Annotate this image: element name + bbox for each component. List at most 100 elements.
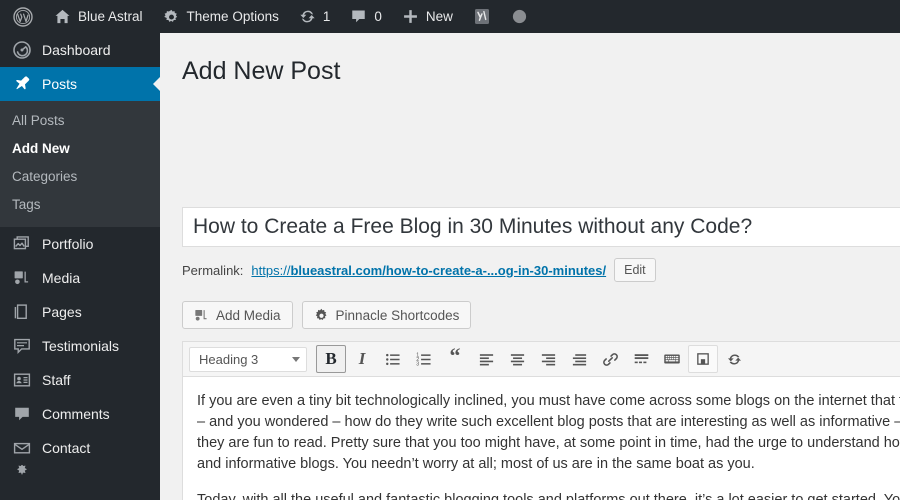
refresh-icon xyxy=(726,351,743,368)
site-name-menu[interactable]: Blue Astral xyxy=(44,0,153,33)
chevron-down-icon xyxy=(292,356,300,362)
testimonials-icon xyxy=(12,336,32,356)
posts-submenu: All Posts Add New Categories Tags xyxy=(0,101,160,227)
post-title-input[interactable] xyxy=(182,207,900,247)
italic-button[interactable]: I xyxy=(347,345,377,373)
comment-bubble-icon xyxy=(12,404,32,424)
editor-line: – and you wondered – how do they write s… xyxy=(197,414,900,430)
numbered-list-icon: 1 2 3 xyxy=(416,351,433,368)
comments-count: 0 xyxy=(374,9,382,24)
yoast-seo-menu[interactable] xyxy=(463,0,501,33)
plus-icon xyxy=(402,8,419,25)
staff-icon xyxy=(12,370,32,390)
envelope-icon xyxy=(12,438,32,458)
editor-content-area[interactable]: If you are even a tiny bit technological… xyxy=(183,377,900,500)
sidebar-item-partial[interactable] xyxy=(0,465,160,477)
pinnacle-shortcodes-button[interactable]: Pinnacle Shortcodes xyxy=(301,301,472,329)
theme-options-label: Theme Options xyxy=(186,9,279,24)
admin-sidebar-menu: Dashboard Posts All Posts Add New Catego… xyxy=(0,33,161,500)
updates-menu[interactable]: 1 xyxy=(289,0,341,33)
blockquote-button[interactable]: “ xyxy=(440,345,470,373)
read-more-button[interactable] xyxy=(626,345,656,373)
editor-paragraph: If you are even a tiny bit technological… xyxy=(197,391,900,475)
sidebar-item-label: Contact xyxy=(42,440,91,456)
edit-permalink-button[interactable]: Edit xyxy=(614,258,656,282)
sidebar-subitem-all-posts[interactable]: All Posts xyxy=(0,107,160,135)
media-icon xyxy=(194,308,209,323)
sidebar-item-testimonials[interactable]: Testimonials xyxy=(0,329,160,363)
new-content-menu[interactable]: New xyxy=(392,0,463,33)
main-content-area: Add New Post Permalink: https://blueastr… xyxy=(160,33,900,500)
align-center-button[interactable] xyxy=(502,345,532,373)
home-icon xyxy=(54,8,71,25)
wordpress-logo-menu[interactable] xyxy=(0,0,44,33)
sidebar-item-label: Media xyxy=(42,270,81,286)
sidebar-item-label: Comments xyxy=(42,406,110,422)
sidebar-subitem-add-new[interactable]: Add New xyxy=(0,135,160,163)
editor-line: If you are even a tiny bit technological… xyxy=(197,393,900,409)
format-select[interactable]: Heading 3 xyxy=(189,346,307,372)
permalink-protocol: https:// xyxy=(251,262,291,278)
sidebar-item-pages[interactable]: Pages xyxy=(0,295,160,329)
portfolio-icon xyxy=(12,234,32,254)
align-right-button[interactable] xyxy=(533,345,563,373)
post-editor: Heading 3 B I 1 2 3 “ If you are even a … xyxy=(182,341,900,500)
format-select-value: Heading 3 xyxy=(199,351,259,367)
pinnacle-shortcodes-label: Pinnacle Shortcodes xyxy=(335,307,460,323)
sidebar-item-media[interactable]: Media xyxy=(0,261,160,295)
wordpress-icon xyxy=(13,6,33,27)
site-name-label: Blue Astral xyxy=(78,9,143,24)
sidebar-item-portfolio[interactable]: Portfolio xyxy=(0,227,160,261)
partial-menu-icon xyxy=(12,465,32,477)
dashboard-icon xyxy=(12,40,32,60)
comment-bubble-icon xyxy=(350,8,367,25)
avatar-icon xyxy=(511,8,528,25)
sidebar-item-label: Staff xyxy=(42,372,71,388)
pin-icon xyxy=(12,74,32,94)
permalink-link[interactable]: https://blueastral.com/how-to-create-a-.… xyxy=(251,263,606,278)
sidebar-item-posts[interactable]: Posts xyxy=(0,67,161,101)
sidebar-subitem-categories[interactable]: Categories xyxy=(0,163,160,191)
editor-line: and informative blogs. You needn’t worry… xyxy=(197,456,755,472)
insert-link-button[interactable] xyxy=(595,345,625,373)
account-menu[interactable] xyxy=(501,0,538,33)
permalink-label: Permalink: xyxy=(182,262,244,278)
pages-icon xyxy=(12,302,32,322)
sidebar-item-label: Testimonials xyxy=(42,338,120,354)
align-justify-button[interactable] xyxy=(564,345,594,373)
comments-menu[interactable]: 0 xyxy=(340,0,392,33)
refresh-button[interactable] xyxy=(719,345,749,373)
distraction-free-button[interactable] xyxy=(657,345,687,373)
numbered-list-button[interactable]: 1 2 3 xyxy=(409,345,439,373)
link-icon xyxy=(602,351,619,368)
keyboard-icon xyxy=(663,350,681,368)
svg-text:3: 3 xyxy=(416,361,419,367)
theme-options-menu[interactable]: Theme Options xyxy=(153,0,289,33)
post-edit-form: Permalink: https://blueastral.com/how-to… xyxy=(182,207,900,500)
media-icon xyxy=(12,268,32,288)
editor-line: Today, with all the useful and fantastic… xyxy=(197,492,900,500)
sidebar-item-contact[interactable]: Contact xyxy=(0,431,160,465)
sidebar-item-dashboard[interactable]: Dashboard xyxy=(0,33,160,67)
editor-toolbar: Heading 3 B I 1 2 3 “ xyxy=(183,342,900,377)
add-media-button[interactable]: Add Media xyxy=(182,301,293,329)
add-media-label: Add Media xyxy=(216,307,281,323)
align-left-icon xyxy=(478,351,495,368)
bold-button[interactable]: B xyxy=(316,345,346,373)
yoast-icon xyxy=(473,7,491,26)
read-more-icon xyxy=(633,351,650,368)
new-content-label: New xyxy=(425,9,453,24)
sidebar-item-comments[interactable]: Comments xyxy=(0,397,160,431)
gear-icon xyxy=(163,8,180,25)
updates-icon xyxy=(299,8,316,25)
align-right-icon xyxy=(540,351,557,368)
sidebar-item-staff[interactable]: Staff xyxy=(0,363,160,397)
sidebar-subitem-tags[interactable]: Tags xyxy=(0,191,160,219)
wordpress-admin-screen: Blue Astral Theme Options 1 0 New Dashbo… xyxy=(0,0,900,500)
admin-bar: Blue Astral Theme Options 1 0 New xyxy=(0,0,900,33)
toolbar-toggle-button[interactable] xyxy=(688,345,718,373)
align-left-button[interactable] xyxy=(471,345,501,373)
align-center-icon xyxy=(509,351,526,368)
italic-icon: I xyxy=(358,349,366,368)
bulleted-list-button[interactable] xyxy=(378,345,408,373)
